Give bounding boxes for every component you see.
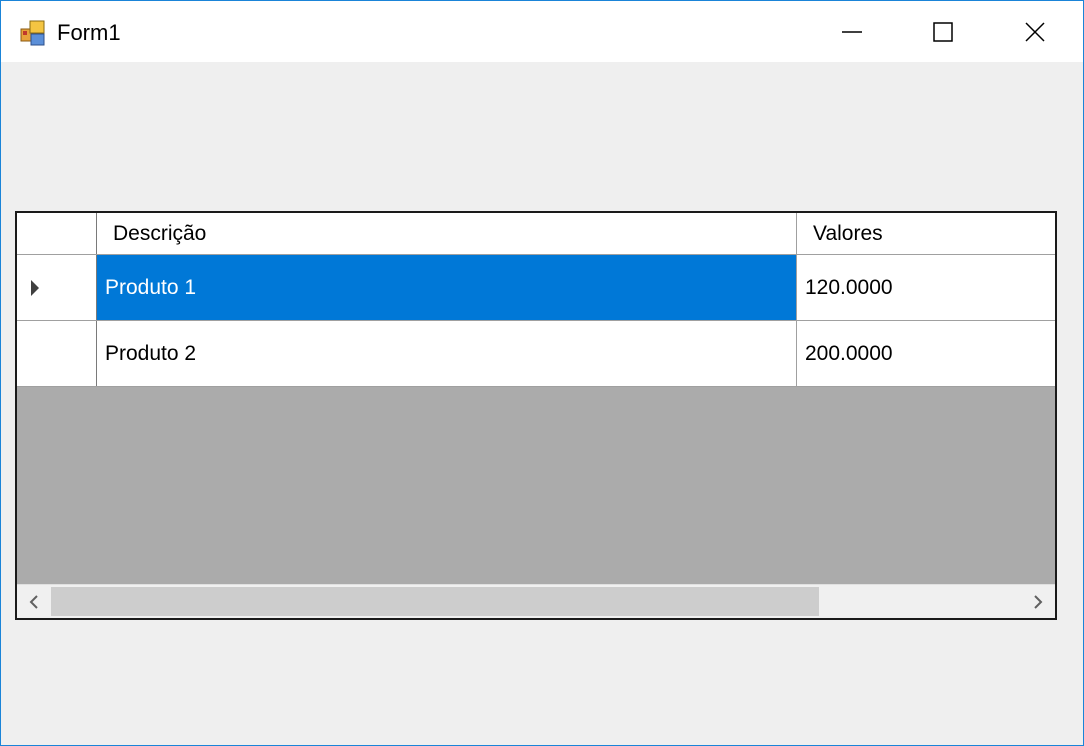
minimize-icon xyxy=(842,30,862,33)
scroll-right-button[interactable] xyxy=(1021,585,1055,618)
maximize-icon xyxy=(933,21,953,42)
top-left-header-cell[interactable] xyxy=(17,213,97,254)
table-row[interactable]: Produto 1 120.0000 xyxy=(17,255,1055,321)
cell-descricao[interactable]: Produto 2 xyxy=(97,321,797,386)
maximize-button[interactable] xyxy=(897,1,989,62)
scroll-left-button[interactable] xyxy=(17,585,51,618)
form-window: Form1 Descrição Valores Produto 1 120.00… xyxy=(0,0,1084,746)
table-row[interactable]: Produto 2 200.0000 xyxy=(17,321,1055,387)
minimize-button[interactable] xyxy=(806,1,898,62)
grid-header-row: Descrição Valores xyxy=(17,213,1055,255)
title-bar[interactable]: Form1 xyxy=(1,1,1083,62)
column-header-descricao[interactable]: Descrição xyxy=(97,213,797,254)
scrollbar-thumb[interactable] xyxy=(51,587,819,616)
chevron-right-icon xyxy=(1034,594,1043,609)
row-header-cell[interactable] xyxy=(17,321,97,386)
column-header-valores[interactable]: Valores xyxy=(797,213,1055,254)
close-icon xyxy=(1025,21,1045,42)
row-header-cell[interactable] xyxy=(17,255,97,320)
data-grid-view[interactable]: Descrição Valores Produto 1 120.0000 Pro… xyxy=(15,211,1057,620)
window-title: Form1 xyxy=(57,20,121,45)
row-indicator-icon xyxy=(31,279,39,296)
cell-valores[interactable]: 120.0000 xyxy=(797,255,1055,320)
form-app-icon xyxy=(20,20,45,46)
close-button[interactable] xyxy=(989,1,1081,62)
cell-valores[interactable]: 200.0000 xyxy=(797,321,1055,386)
horizontal-scrollbar[interactable] xyxy=(17,584,1055,618)
chevron-left-icon xyxy=(29,594,38,609)
cell-descricao[interactable]: Produto 1 xyxy=(97,255,797,320)
